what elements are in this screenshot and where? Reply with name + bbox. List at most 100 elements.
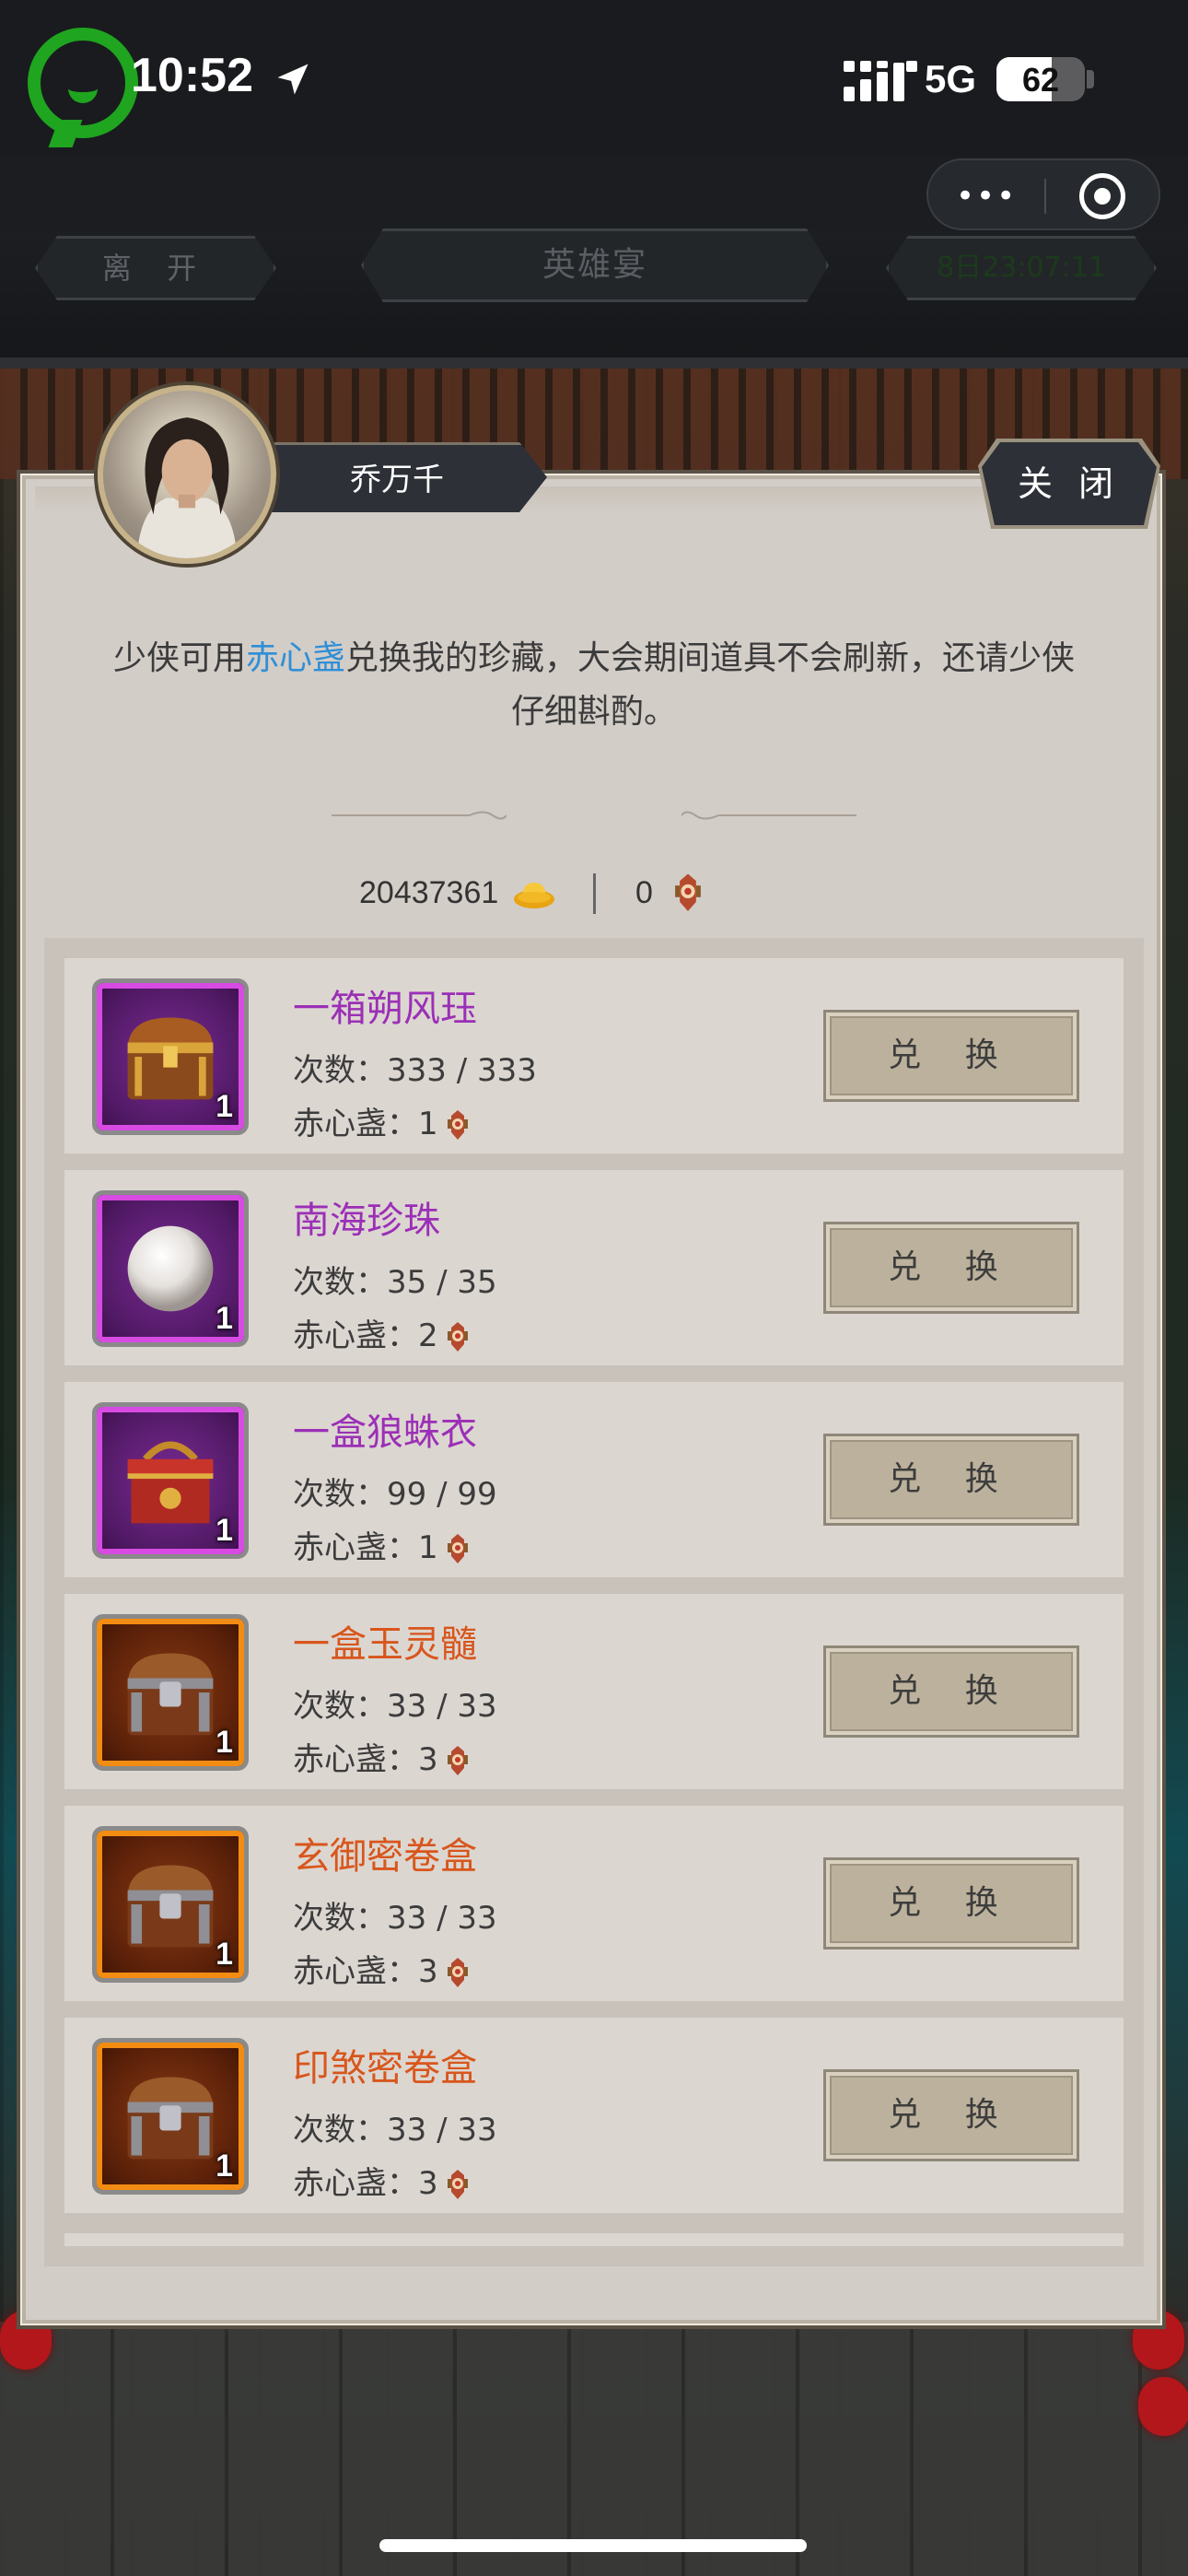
status-time: 10:52 [131, 49, 253, 102]
more-dots-icon[interactable]: ••• [956, 181, 1017, 212]
count-value: 333 / 333 [387, 1052, 537, 1089]
item-name: 一箱朔风珏 [293, 988, 477, 1030]
red-heart-cup-icon [447, 1109, 468, 1140]
lantern-icon [1138, 2377, 1188, 2436]
gold-ingot-icon [514, 883, 554, 908]
red-heart-cup-icon [675, 873, 701, 911]
list-item: 1 印煞密卷盒次数：33 / 33 赤心盏：3 兑 换 [64, 2018, 1124, 2213]
item-cost: 赤心盏：1 [293, 1522, 472, 1567]
item-name: 一盒狼蛛衣 [293, 1411, 477, 1454]
list-item: 1 南海珍珠次数：35 / 35 赤心盏：2 兑 换 [64, 1170, 1124, 1365]
exchange-button[interactable]: 兑 换 [823, 1857, 1079, 1950]
npc-portrait-avatar [98, 385, 276, 564]
item-cost: 赤心盏：3 [293, 1734, 472, 1779]
npc-nameplate: 乔万千 [262, 442, 547, 512]
capsule-divider [1044, 179, 1046, 214]
item-exchange-count: 次数：333 / 333 [293, 1045, 537, 1090]
battery-level: 62 [1021, 61, 1060, 99]
network-type: 5G [925, 57, 977, 100]
cellular-signal-icon [844, 61, 917, 101]
item-icon-slot[interactable]: 1 [92, 2038, 249, 2195]
count-value: 33 / 33 [387, 2112, 497, 2149]
cost-label: 赤心盏： [293, 1317, 418, 1354]
exchange-button[interactable]: 兑 换 [823, 1222, 1079, 1314]
divider-ornament-left [332, 811, 507, 820]
count-label: 次数： [293, 1900, 387, 1937]
item-cost: 赤心盏：2 [293, 1310, 472, 1355]
item-icon-slot[interactable]: 1 [92, 1826, 249, 1983]
event-title: 英雄宴 [361, 228, 829, 302]
item-name: 印煞密卷盒 [293, 2047, 477, 2090]
item-cost: 赤心盏：3 [293, 1946, 472, 1991]
count-value: 33 / 33 [387, 1688, 497, 1725]
count-label: 次数： [293, 1688, 387, 1725]
intro-text-highlight: 赤心盏 [245, 639, 345, 677]
intro-text-after: 兑换我的珍藏，大会期间道具不会刷新，还请少侠仔细斟酌。 [345, 639, 1076, 731]
item-icon-slot[interactable]: 1 [92, 1402, 249, 1559]
list-item: 1 一盒狼蛛衣次数：99 / 99 赤心盏：1 兑 换 [64, 1382, 1124, 1577]
item-exchange-count: 次数：33 / 33 [293, 2104, 497, 2149]
top-bar-border [0, 357, 1188, 369]
cost-label: 赤心盏： [293, 1953, 418, 1990]
item-exchange-count: 次数：99 / 99 [293, 1469, 497, 1514]
item-cost: 赤心盏：3 [293, 2158, 472, 2203]
count-label: 次数： [293, 2112, 387, 2149]
cost-label: 赤心盏： [293, 2165, 418, 2202]
item-quantity: 1 [215, 1725, 233, 1760]
item-cost: 赤心盏：1 [293, 1098, 472, 1143]
close-button[interactable]: 关 闭 [982, 442, 1157, 525]
cost-value: 3 [418, 1953, 438, 1990]
scene-floor [0, 2322, 1188, 2576]
item-name: 南海珍珠 [293, 1200, 440, 1242]
close-target-icon[interactable] [1079, 173, 1125, 219]
cost-value: 3 [418, 1741, 438, 1778]
cost-value: 1 [418, 1106, 438, 1142]
item-icon-slot[interactable]: 1 [92, 978, 249, 1135]
red-heart-cup-icon [447, 1957, 468, 1987]
exchange-button[interactable]: 兑 换 [823, 1010, 1079, 1102]
currency-divider [593, 873, 596, 914]
cup-amount: 0 [635, 875, 653, 910]
list-item: 1 一箱朔风珏 次数：333 / 333 赤心盏：1 兑 换 [64, 958, 1124, 1153]
item-quantity: 1 [215, 1513, 233, 1548]
item-exchange-count: 次数：33 / 33 [293, 1680, 497, 1726]
red-heart-cup-icon [447, 1321, 468, 1352]
count-label: 次数： [293, 1264, 387, 1301]
count-label: 次数： [293, 1476, 387, 1513]
item-exchange-count: 次数：35 / 35 [293, 1257, 497, 1302]
divider-ornament-right [681, 811, 856, 820]
battery-icon: 62 [996, 57, 1085, 101]
red-heart-cup-icon [447, 2169, 468, 2199]
intro-text-before: 少侠可用 [112, 639, 246, 677]
currency-row: 20437361 0 [0, 868, 1188, 923]
item-icon-slot[interactable]: 1 [92, 1614, 249, 1771]
home-indicator[interactable] [379, 2539, 807, 2552]
gold-amount: 20437361 [359, 875, 499, 910]
cost-value: 2 [418, 1317, 438, 1354]
count-value: 33 / 33 [387, 1900, 497, 1937]
miniprogram-capsule: ••• [926, 158, 1160, 230]
dialog-intro-text: 少侠可用赤心盏兑换我的珍藏，大会期间道具不会刷新，还请少侠仔细斟酌。 [101, 632, 1087, 739]
recording-indicator-icon[interactable] [28, 28, 138, 138]
list-item: 1 玄御密卷盒次数：33 / 33 赤心盏：3 兑 换 [64, 1806, 1124, 2001]
exchange-button[interactable]: 兑 换 [823, 1434, 1079, 1526]
red-heart-cup-icon [447, 1745, 468, 1775]
exchange-button[interactable]: 兑 换 [823, 1645, 1079, 1738]
item-quantity: 1 [215, 1089, 233, 1124]
item-icon-slot[interactable]: 1 [92, 1190, 249, 1347]
item-name: 玄御密卷盒 [293, 1835, 477, 1878]
exchange-button[interactable]: 兑 换 [823, 2069, 1079, 2161]
item-quantity: 1 [215, 1301, 233, 1336]
leave-button[interactable]: 离 开 [35, 236, 276, 300]
list-next-row-peek [64, 2233, 1124, 2246]
cost-value: 3 [418, 2165, 438, 2202]
cost-label: 赤心盏： [293, 1106, 418, 1142]
battery-tip [1087, 70, 1094, 88]
location-arrow-icon [277, 64, 309, 95]
item-quantity: 1 [215, 2149, 233, 2184]
npc-portrait-icon [136, 417, 238, 558]
item-name: 一盒玉灵髓 [293, 1623, 477, 1666]
count-value: 35 / 35 [387, 1264, 497, 1301]
cost-label: 赤心盏： [293, 1741, 418, 1778]
item-quantity: 1 [215, 1937, 233, 1972]
